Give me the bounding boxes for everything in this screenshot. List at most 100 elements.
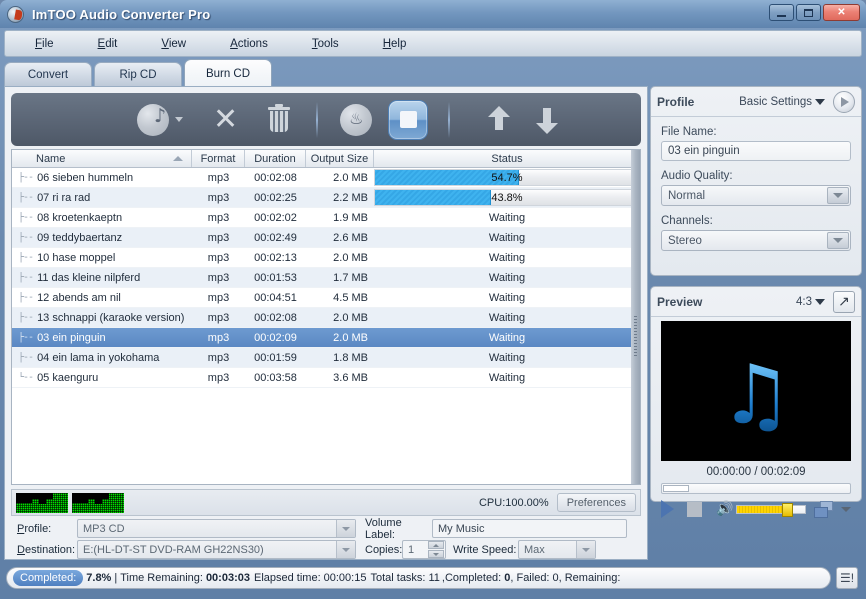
cell-name: ├--11 das kleine nilpferd bbox=[12, 272, 192, 284]
preview-time: 00:00:00 / 00:02:09 bbox=[651, 466, 861, 478]
cell-size: 1.9 MB bbox=[306, 212, 374, 224]
menu-item-edit[interactable]: Edit bbox=[84, 35, 132, 53]
profile-panel-header: Profile Basic Settings bbox=[651, 87, 861, 117]
tab-burn-cd[interactable]: Burn CD bbox=[184, 59, 272, 87]
advanced-settings-button[interactable] bbox=[833, 91, 855, 113]
volume-slider[interactable] bbox=[736, 505, 806, 514]
stepper-up-icon[interactable] bbox=[428, 541, 444, 549]
seek-slider[interactable] bbox=[661, 483, 851, 494]
chevron-down-icon[interactable] bbox=[336, 541, 355, 558]
burn-settings: Profile: MP3 CD Volume Label: My Music D… bbox=[11, 519, 641, 557]
settings-mode-dropdown[interactable]: Basic Settings bbox=[739, 96, 825, 108]
channels-select[interactable]: Stereo bbox=[661, 230, 851, 251]
table-row[interactable]: ├--12 abends am nilmp300:04:514.5 MBWait… bbox=[12, 288, 640, 308]
table-row[interactable]: ├--08 kroetenkaeptnmp300:02:021.9 MBWait… bbox=[12, 208, 640, 228]
copies-label: Copies: bbox=[356, 544, 402, 556]
completed-count-label: ,Completed: bbox=[442, 572, 501, 584]
table-row[interactable]: ├--07 ri ra radmp300:02:252.2 MB43.8% bbox=[12, 188, 640, 208]
preferences-button[interactable]: Preferences bbox=[557, 493, 636, 512]
menu-item-view[interactable]: View bbox=[147, 35, 200, 53]
menu-item-help[interactable]: Help bbox=[369, 35, 421, 53]
destination-select[interactable]: E:(HL-DT-ST DVD-RAM GH22NS30) bbox=[77, 540, 356, 559]
move-up-button[interactable] bbox=[488, 106, 510, 134]
remaining-label: , Remaining: bbox=[559, 572, 621, 584]
preview-screen[interactable]: ♫ bbox=[661, 321, 851, 461]
menu-item-actions[interactable]: Actions bbox=[216, 35, 282, 53]
maximize-button[interactable] bbox=[796, 4, 821, 21]
table-row[interactable]: ├--13 schnappi (karaoke version)mp300:02… bbox=[12, 308, 640, 328]
cell-size: 2.6 MB bbox=[306, 232, 374, 244]
cell-duration: 00:02:13 bbox=[245, 252, 306, 264]
column-header-name[interactable]: Name bbox=[12, 150, 192, 167]
stop-preview-button[interactable] bbox=[687, 502, 702, 517]
volume-label-input[interactable]: My Music bbox=[432, 519, 627, 538]
cell-format: mp3 bbox=[192, 312, 245, 324]
write-speed-select[interactable]: Max bbox=[518, 540, 596, 559]
log-button[interactable]: ☰! bbox=[836, 567, 858, 589]
minimize-button[interactable] bbox=[769, 4, 794, 21]
cell-name-text: 03 ein pinguin bbox=[37, 332, 106, 344]
aspect-ratio-dropdown[interactable]: 4:3 bbox=[796, 296, 825, 308]
tab-rip-cd[interactable]: Rip CD bbox=[94, 62, 182, 87]
play-button[interactable] bbox=[661, 500, 674, 518]
add-music-button[interactable]: ♪ bbox=[137, 104, 169, 136]
table-row[interactable]: ├--10 hase moppelmp300:02:132.0 MBWaitin… bbox=[12, 248, 640, 268]
cell-name-text: 09 teddybaertanz bbox=[37, 232, 122, 244]
close-button[interactable]: ✕ bbox=[823, 4, 860, 21]
preview-panel-title: Preview bbox=[657, 295, 702, 309]
cell-name: ├--07 ri ra rad bbox=[12, 192, 192, 204]
minimize-icon bbox=[777, 15, 786, 17]
table-row[interactable]: ├--09 teddybaertanzmp300:02:492.6 MBWait… bbox=[12, 228, 640, 248]
column-header-duration[interactable]: Duration bbox=[245, 150, 306, 167]
table-row[interactable]: ├--04 ein lama in yokohamamp300:01:591.8… bbox=[12, 348, 640, 368]
tree-line-icon: ├-- bbox=[18, 172, 33, 183]
cell-status: Waiting bbox=[374, 348, 640, 368]
cell-size: 2.0 MB bbox=[306, 312, 374, 324]
chevron-down-icon[interactable] bbox=[827, 232, 849, 249]
audio-quality-select[interactable]: Normal bbox=[661, 185, 851, 206]
cell-format: mp3 bbox=[192, 252, 245, 264]
menu-item-file[interactable]: FFileile bbox=[21, 35, 68, 53]
copies-stepper[interactable]: 1 bbox=[402, 540, 446, 559]
move-down-button[interactable] bbox=[536, 106, 558, 134]
chevron-down-icon[interactable] bbox=[576, 541, 595, 558]
progress-label: 54.7% bbox=[491, 172, 522, 184]
menu-item-tools[interactable]: Tools bbox=[298, 35, 353, 53]
stepper-down-icon[interactable] bbox=[428, 550, 444, 558]
file-name-input[interactable]: 03 ein pinguin bbox=[661, 141, 851, 161]
fullscreen-button[interactable]: ↗ bbox=[833, 291, 855, 313]
table-row[interactable]: ├--06 sieben hummelnmp300:02:082.0 MB54.… bbox=[12, 168, 640, 188]
snapshot-button[interactable] bbox=[814, 501, 836, 518]
column-header-size[interactable]: Output Size bbox=[306, 150, 374, 167]
table-row[interactable]: └--05 kaengurump300:03:583.6 MBWaiting bbox=[12, 368, 640, 388]
task-list[interactable]: Name Format Duration Output Size Status … bbox=[11, 149, 641, 485]
column-header-status[interactable]: Status bbox=[374, 150, 640, 167]
snapshot-dropdown-caret-icon[interactable] bbox=[841, 507, 851, 512]
table-row[interactable]: ├--11 das kleine nilpferdmp300:01:531.7 … bbox=[12, 268, 640, 288]
clear-list-button[interactable] bbox=[268, 107, 290, 133]
column-header-format[interactable]: Format bbox=[192, 150, 245, 167]
profile-select[interactable]: MP3 CD bbox=[77, 519, 356, 538]
seek-thumb[interactable] bbox=[663, 485, 689, 492]
stop-square-icon bbox=[400, 111, 417, 128]
cell-name: ├--13 schnappi (karaoke version) bbox=[12, 312, 192, 324]
chevron-down-icon[interactable] bbox=[336, 520, 355, 537]
cell-name-text: 04 ein lama in yokohama bbox=[37, 352, 159, 364]
add-music-dropdown-caret-icon[interactable] bbox=[175, 117, 183, 122]
cell-size: 2.0 MB bbox=[306, 252, 374, 264]
stop-button[interactable] bbox=[388, 100, 428, 140]
cell-status: Waiting bbox=[374, 328, 640, 348]
chevron-down-icon[interactable] bbox=[827, 187, 849, 204]
application-window: ImTOO Audio Converter Pro ✕ FFileile Edi… bbox=[0, 0, 866, 599]
volume-thumb[interactable] bbox=[782, 503, 793, 517]
table-row[interactable]: ├--03 ein pinguinmp300:02:092.0 MBWaitin… bbox=[12, 328, 640, 348]
remove-button[interactable]: ✕ bbox=[213, 106, 238, 134]
time-remaining-value: 00:03:03 bbox=[206, 572, 250, 584]
cell-name-text: 10 hase moppel bbox=[37, 252, 115, 264]
tab-convert[interactable]: Convert bbox=[4, 62, 92, 87]
burn-button[interactable]: ♨ bbox=[340, 104, 372, 136]
list-splitter[interactable] bbox=[631, 150, 640, 484]
tree-line-icon: ├-- bbox=[18, 232, 33, 243]
volume-icon[interactable]: 🔊 bbox=[716, 502, 732, 516]
tree-line-icon: ├-- bbox=[18, 192, 33, 203]
